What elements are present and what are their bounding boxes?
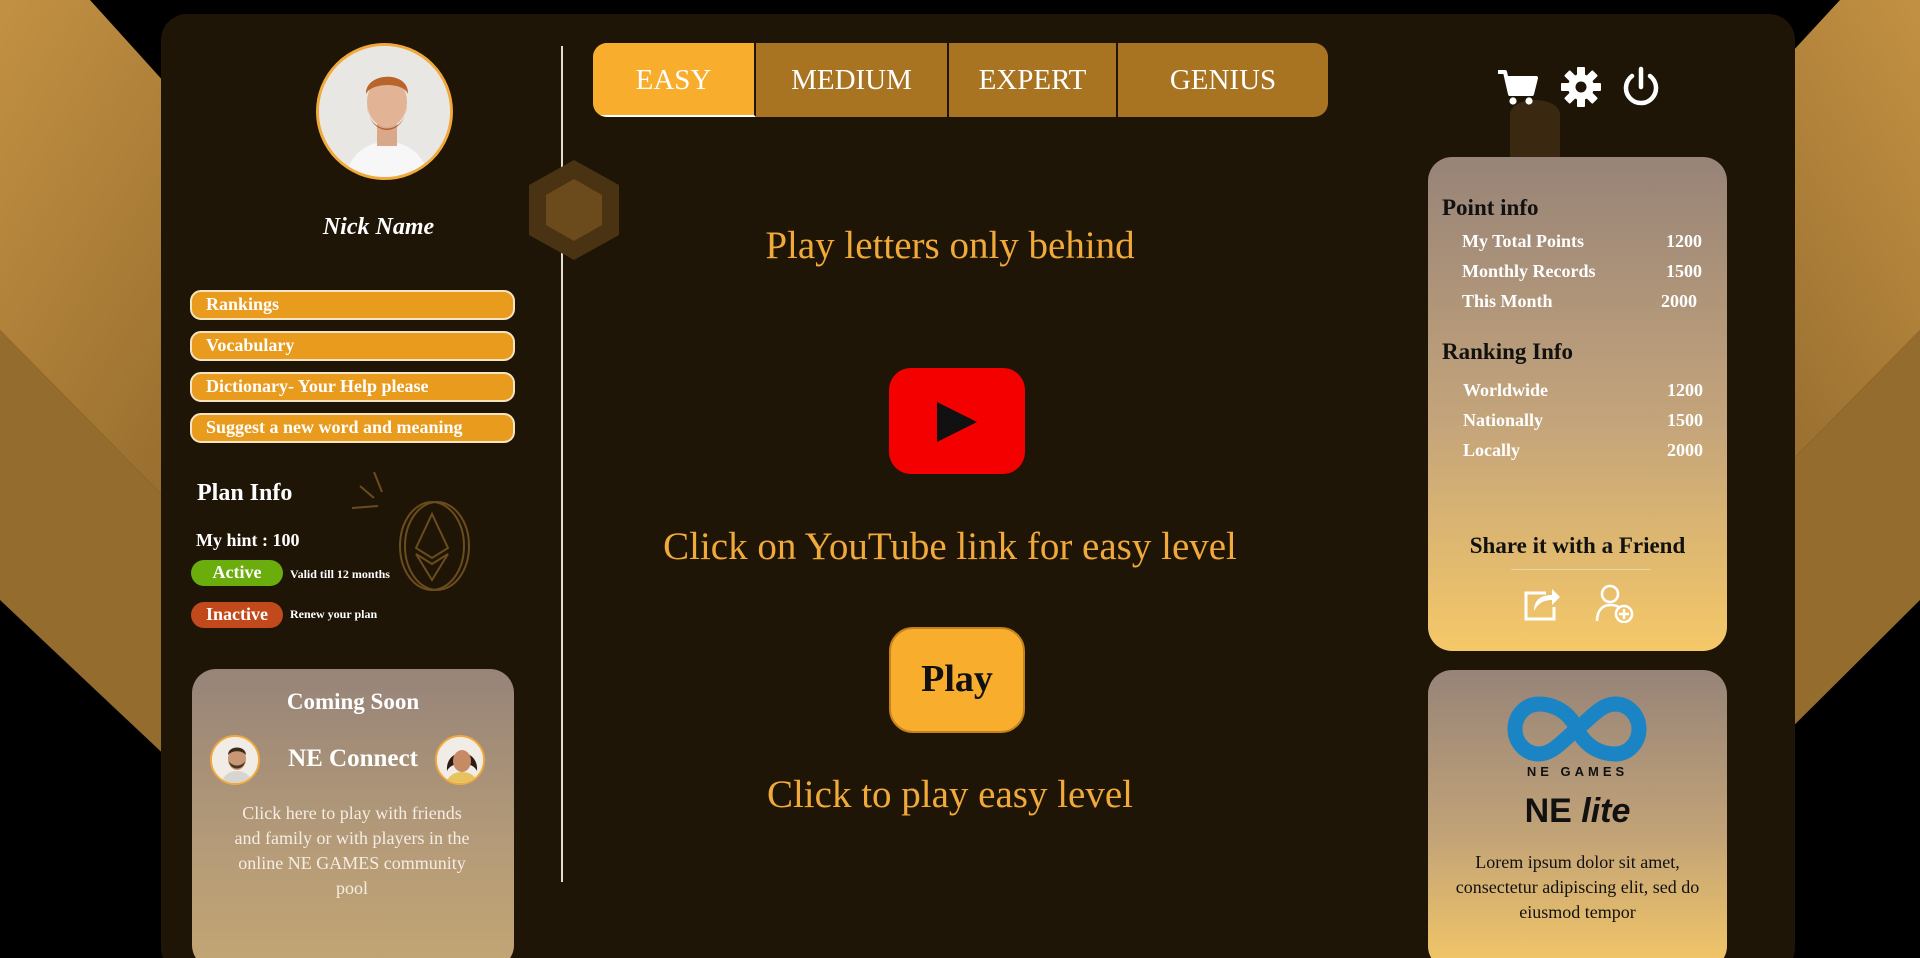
point-row-value: 2000 bbox=[1661, 291, 1697, 311]
youtube-icon bbox=[937, 402, 977, 442]
renew-plan-link[interactable]: Renew your plan bbox=[290, 607, 377, 622]
point-row-value: 1200 bbox=[1666, 231, 1702, 251]
tab-expert[interactable]: EXPERT bbox=[949, 43, 1118, 117]
active-badge: Active bbox=[191, 560, 283, 586]
cart-icon[interactable] bbox=[1496, 66, 1538, 108]
info-card: Point info My Total Points 1200 Monthly … bbox=[1428, 157, 1727, 651]
coming-soon-title: Coming Soon bbox=[286, 689, 420, 714]
coming-soon-description: Click here to play with friends and fami… bbox=[234, 803, 470, 898]
avatar[interactable] bbox=[316, 43, 453, 180]
play-caption: Click to play easy level bbox=[766, 773, 1134, 816]
active-note: Valid till 12 months bbox=[290, 567, 390, 581]
hint-count: My hint : 100 bbox=[196, 530, 300, 550]
ne-lite-title: NE lite bbox=[1428, 792, 1727, 831]
menu-item-suggest-word[interactable]: Suggest a new word and meaning bbox=[190, 413, 515, 443]
ne-lite-title-main: NE bbox=[1524, 792, 1572, 830]
ranking-row-value: 1200 bbox=[1667, 380, 1703, 400]
gear-icon[interactable] bbox=[1560, 66, 1602, 108]
tab-medium[interactable]: MEDIUM bbox=[756, 43, 949, 117]
coming-soon-card[interactable]: Coming Soon NE Connect Click here to pla… bbox=[192, 669, 514, 958]
tab-easy[interactable]: EASY bbox=[593, 43, 756, 117]
youtube-caption: Click on YouTube link for easy level bbox=[663, 525, 1237, 568]
power-icon[interactable] bbox=[1620, 66, 1662, 108]
ranking-row: Locally 2000 bbox=[1463, 440, 1703, 461]
point-row: Monthly Records 1500 bbox=[1462, 261, 1702, 282]
hexagon-decoration bbox=[529, 160, 619, 260]
ranking-row: Worldwide 1200 bbox=[1463, 380, 1703, 401]
share-title: Share it with a Friend bbox=[1469, 533, 1686, 558]
inactive-badge[interactable]: Inactive bbox=[191, 602, 283, 628]
youtube-play-button[interactable] bbox=[889, 368, 1025, 474]
point-row-label: This Month bbox=[1462, 291, 1553, 311]
ne-lite-title-italic: lite bbox=[1581, 792, 1631, 830]
ranking-row-label: Locally bbox=[1463, 440, 1520, 460]
share-icon[interactable] bbox=[1522, 583, 1562, 623]
ranking-row-label: Nationally bbox=[1463, 410, 1544, 430]
menu-item-dictionary[interactable]: Dictionary- Your Help please bbox=[190, 372, 515, 402]
ne-games-caption: NE GAMES bbox=[1526, 764, 1629, 779]
menu-item-vocabulary[interactable]: Vocabulary bbox=[190, 331, 515, 361]
ne-games-logo bbox=[1507, 696, 1647, 762]
side-menu: Rankings Vocabulary Dictionary- Your Hel… bbox=[190, 290, 515, 454]
point-row: This Month 2000 bbox=[1462, 291, 1697, 312]
point-row-label: Monthly Records bbox=[1462, 261, 1596, 281]
play-button[interactable]: Play bbox=[889, 627, 1025, 733]
point-row: My Total Points 1200 bbox=[1462, 231, 1702, 252]
ranking-row: Nationally 1500 bbox=[1463, 410, 1703, 431]
nickname: Nick Name bbox=[322, 214, 435, 240]
difficulty-tabs: EASY MEDIUM EXPERT GENIUS bbox=[593, 43, 1328, 117]
brand-description: Lorem ipsum dolor sit amet, consectetur … bbox=[1455, 852, 1700, 922]
ranking-row-value: 1500 bbox=[1667, 410, 1703, 430]
point-info-title: Point info bbox=[1442, 195, 1539, 220]
menu-item-rankings[interactable]: Rankings bbox=[190, 290, 515, 320]
tab-genius[interactable]: GENIUS bbox=[1118, 43, 1328, 117]
plan-info-title: Plan Info bbox=[197, 480, 293, 506]
friend-avatar-female bbox=[435, 735, 485, 785]
instruction-headline: Play letters only behind bbox=[765, 224, 1135, 267]
ranking-row-label: Worldwide bbox=[1463, 380, 1549, 400]
point-row-value: 1500 bbox=[1666, 261, 1702, 281]
add-friend-icon[interactable] bbox=[1594, 583, 1634, 624]
ranking-row-value: 2000 bbox=[1667, 440, 1703, 460]
brand-card[interactable]: NE GAMES NE lite Lorem ipsum dolor sit a… bbox=[1428, 670, 1727, 958]
point-row-label: My Total Points bbox=[1462, 231, 1585, 251]
ranking-info-title: Ranking Info bbox=[1442, 339, 1574, 364]
share-divider bbox=[1511, 569, 1651, 570]
